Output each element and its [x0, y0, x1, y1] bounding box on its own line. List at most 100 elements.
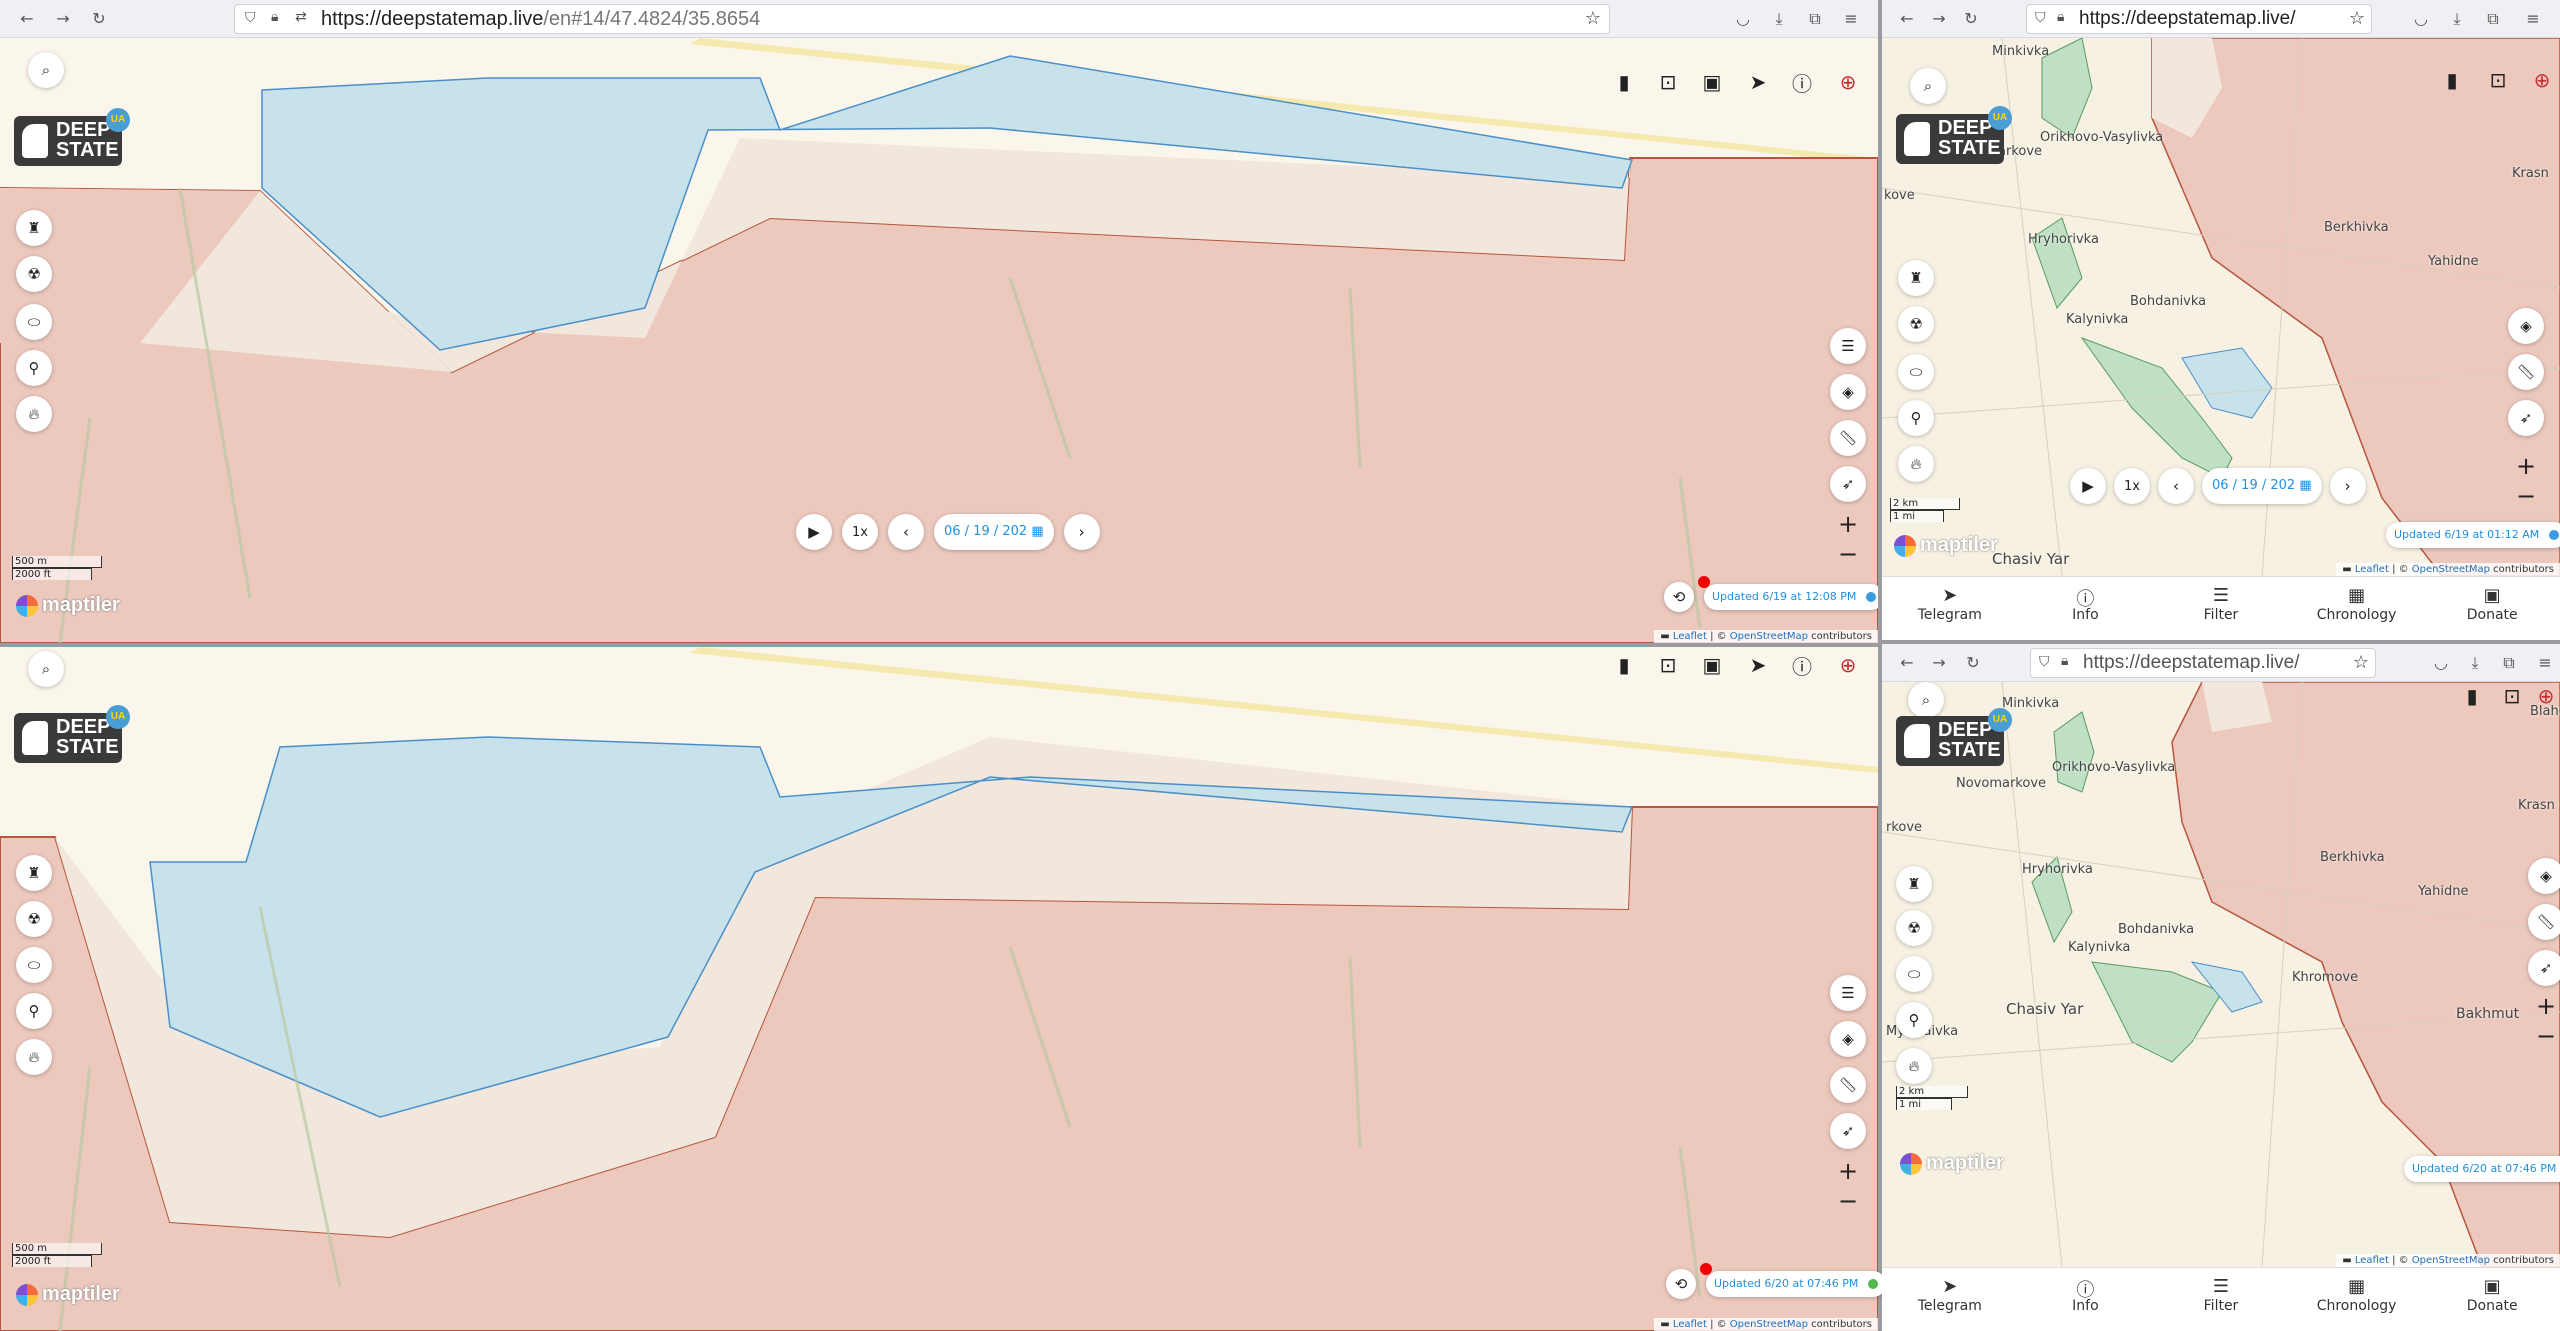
layer-fire-button[interactable]: 🔥︎ [16, 396, 52, 432]
back-icon[interactable]: ← [1896, 8, 1918, 30]
nav-filter[interactable]: ☰ Filter [2153, 1268, 2289, 1331]
layer-weapons-button[interactable]: ⚲ [1896, 1002, 1932, 1038]
layer-nuclear-button[interactable]: ☢ [16, 256, 52, 292]
download-icon[interactable]: ⤓ [2446, 8, 2468, 30]
reload-icon[interactable]: ↻ [1962, 652, 1984, 674]
next-day-button[interactable]: › [2329, 468, 2366, 504]
bot-button[interactable]: ⊡ [2494, 682, 2530, 714]
menu-icon[interactable]: ≡ [2522, 8, 2544, 30]
nav-info[interactable]: ⓘ Info [2018, 577, 2154, 640]
locate-button[interactable]: ➶ [2508, 400, 2544, 436]
ruler-button[interactable]: 📏︎ [2528, 904, 2560, 940]
speed-button[interactable]: 1x [842, 514, 878, 550]
maptiler-logo[interactable]: maptiler [1900, 1152, 2004, 1175]
map-view[interactable]: ⌕ DEEP STATE UA ▮ ⊡ ▣ ➤ ⓘ ⊕ ♜ ☢ ⬭ ⚲ 🔥︎ ☰ … [0, 38, 1878, 643]
url-bar[interactable]: ⛉ 🔒︎ ⇄ https://deepstatemap.live/en#14/4… [234, 4, 1610, 34]
layer-weapons-button[interactable]: ⚲ [1898, 400, 1934, 436]
forward-icon[interactable]: → [1928, 652, 1950, 674]
menu-icon[interactable]: ≡ [2534, 652, 2556, 674]
pocket-icon[interactable]: ◡ [1732, 8, 1754, 30]
extensions-icon[interactable]: ⧉ [2482, 8, 2504, 30]
layers-button[interactable]: ◈ [2508, 308, 2544, 344]
osm-link[interactable]: OpenStreetMap [2412, 564, 2490, 575]
prev-day-button[interactable]: ‹ [888, 514, 924, 550]
extensions-icon[interactable]: ⧉ [2498, 652, 2520, 674]
maptiler-logo[interactable]: maptiler [16, 594, 120, 617]
reload-icon[interactable]: ↻ [88, 8, 110, 30]
forward-icon[interactable]: → [1928, 8, 1950, 30]
locate-button[interactable]: ➶ [1830, 466, 1866, 502]
leaflet-link[interactable]: Leaflet [2355, 1255, 2389, 1266]
date-picker[interactable]: 06 / 19 / 202 ▦ [934, 514, 1054, 550]
search-button[interactable]: ⌕ [1910, 68, 1946, 104]
layer-medical-button[interactable]: ⬭ [1896, 956, 1932, 992]
layers-button[interactable]: ◈ [1830, 374, 1866, 410]
bookmark-star-icon[interactable]: ☆ [1585, 8, 1601, 29]
ruler-button[interactable]: 📏︎ [1830, 420, 1866, 456]
leaflet-link[interactable]: Leaflet [2355, 564, 2389, 575]
search-button[interactable]: ⌕ [1908, 682, 1944, 718]
maptiler-logo[interactable]: maptiler [1894, 534, 1998, 557]
layer-military-button[interactable]: ♜ [16, 210, 52, 246]
osm-link[interactable]: OpenStreetMap [1730, 631, 1808, 642]
zoom-out-button[interactable]: − [1830, 536, 1866, 572]
forward-icon[interactable]: → [52, 8, 74, 30]
reload-icon[interactable]: ↻ [1960, 8, 1982, 30]
pocket-icon[interactable]: ◡ [2410, 8, 2432, 30]
map-view[interactable] [0, 647, 1878, 1331]
bot-button[interactable]: ⊡ [1650, 64, 1686, 100]
locate-button[interactable]: ➶ [2528, 950, 2560, 986]
nav-chronology[interactable]: ▦ Chronology [2289, 577, 2425, 640]
url-bar[interactable]: ⛉ 🔒︎ https://deepstatemap.live/ ☆ [2026, 4, 2372, 34]
nav-filter[interactable]: ☰ Filter [2153, 577, 2289, 640]
nav-info[interactable]: ⓘ Info [2018, 1268, 2154, 1331]
telegram-button[interactable]: ➤ [1740, 64, 1776, 100]
pocket-icon[interactable]: ◡ [2430, 652, 2452, 674]
map-view[interactable]: Minkivka Orikhovo-Vasylivka Novomarkove … [1882, 38, 2560, 576]
layer-nuclear-button[interactable]: ☢ [1896, 910, 1932, 946]
back-icon[interactable]: ← [1896, 652, 1918, 674]
download-icon[interactable]: ⤓ [1768, 8, 1790, 30]
language-button[interactable]: ⊕ [2524, 62, 2560, 98]
date-picker[interactable]: 06 / 19 / 202 ▦ [2202, 468, 2322, 504]
info-button[interactable]: ⓘ [1784, 64, 1820, 100]
menu-icon[interactable]: ≡ [1840, 8, 1862, 30]
nav-chronology[interactable]: ▦ Chronology [2289, 1268, 2425, 1331]
download-icon[interactable]: ⤓ [2464, 652, 2486, 674]
layer-nuclear-button[interactable]: ☢ [1898, 306, 1934, 342]
play-button[interactable]: ▶ [2070, 468, 2106, 504]
map-view[interactable]: Minkivka Orikhovo-Vasylivka Novomarkove … [1882, 682, 2560, 1267]
layer-military-button[interactable]: ♜ [1896, 866, 1932, 902]
nav-telegram[interactable]: ➤ Telegram [1882, 1268, 2018, 1331]
layer-medical-button[interactable]: ⬭ [1898, 354, 1934, 390]
filter-button[interactable]: ☰ [1830, 328, 1866, 364]
search-button[interactable]: ⌕ [28, 52, 64, 88]
layer-fire-button[interactable]: 🔥︎ [1898, 446, 1934, 482]
speed-button[interactable]: 1x [2114, 468, 2150, 504]
leaflet-link[interactable]: Leaflet [1673, 631, 1707, 642]
donate-button[interactable]: ▣ [1694, 64, 1730, 100]
extensions-icon[interactable]: ⧉ [1804, 8, 1826, 30]
stats-button[interactable]: ▮ [2454, 682, 2490, 714]
zoom-out-button[interactable]: − [2508, 478, 2544, 514]
bookmark-star-icon[interactable]: ☆ [2352, 652, 2369, 673]
url-bar[interactable]: ⛉ 🔒︎ https://deepstatemap.live/ ☆ [2030, 648, 2376, 678]
language-button[interactable]: ⊕ [2528, 682, 2560, 714]
layer-medical-button[interactable]: ⬭ [16, 304, 52, 340]
layers-button[interactable]: ◈ [2528, 858, 2560, 894]
nav-donate[interactable]: ▣ Donate [2424, 577, 2560, 640]
layer-weapons-button[interactable]: ⚲ [16, 350, 52, 386]
zoom-out-button[interactable]: − [2528, 1018, 2560, 1054]
nav-donate[interactable]: ▣ Donate [2424, 1268, 2560, 1331]
nav-telegram[interactable]: ➤ Telegram [1882, 577, 2018, 640]
ruler-button[interactable]: 📏︎ [2508, 354, 2544, 390]
layer-military-button[interactable]: ♜ [1898, 260, 1934, 296]
bookmark-star-icon[interactable]: ☆ [2348, 8, 2365, 29]
history-button[interactable]: ⟲ [1664, 582, 1694, 612]
next-day-button[interactable]: › [1063, 514, 1100, 550]
layer-fire-button[interactable]: 🔥︎ [1896, 1048, 1932, 1084]
bot-button[interactable]: ⊡ [2480, 62, 2516, 98]
osm-link[interactable]: OpenStreetMap [2412, 1255, 2490, 1266]
stats-button[interactable]: ▮ [1606, 64, 1642, 100]
language-button[interactable]: ⊕ [1830, 64, 1866, 100]
